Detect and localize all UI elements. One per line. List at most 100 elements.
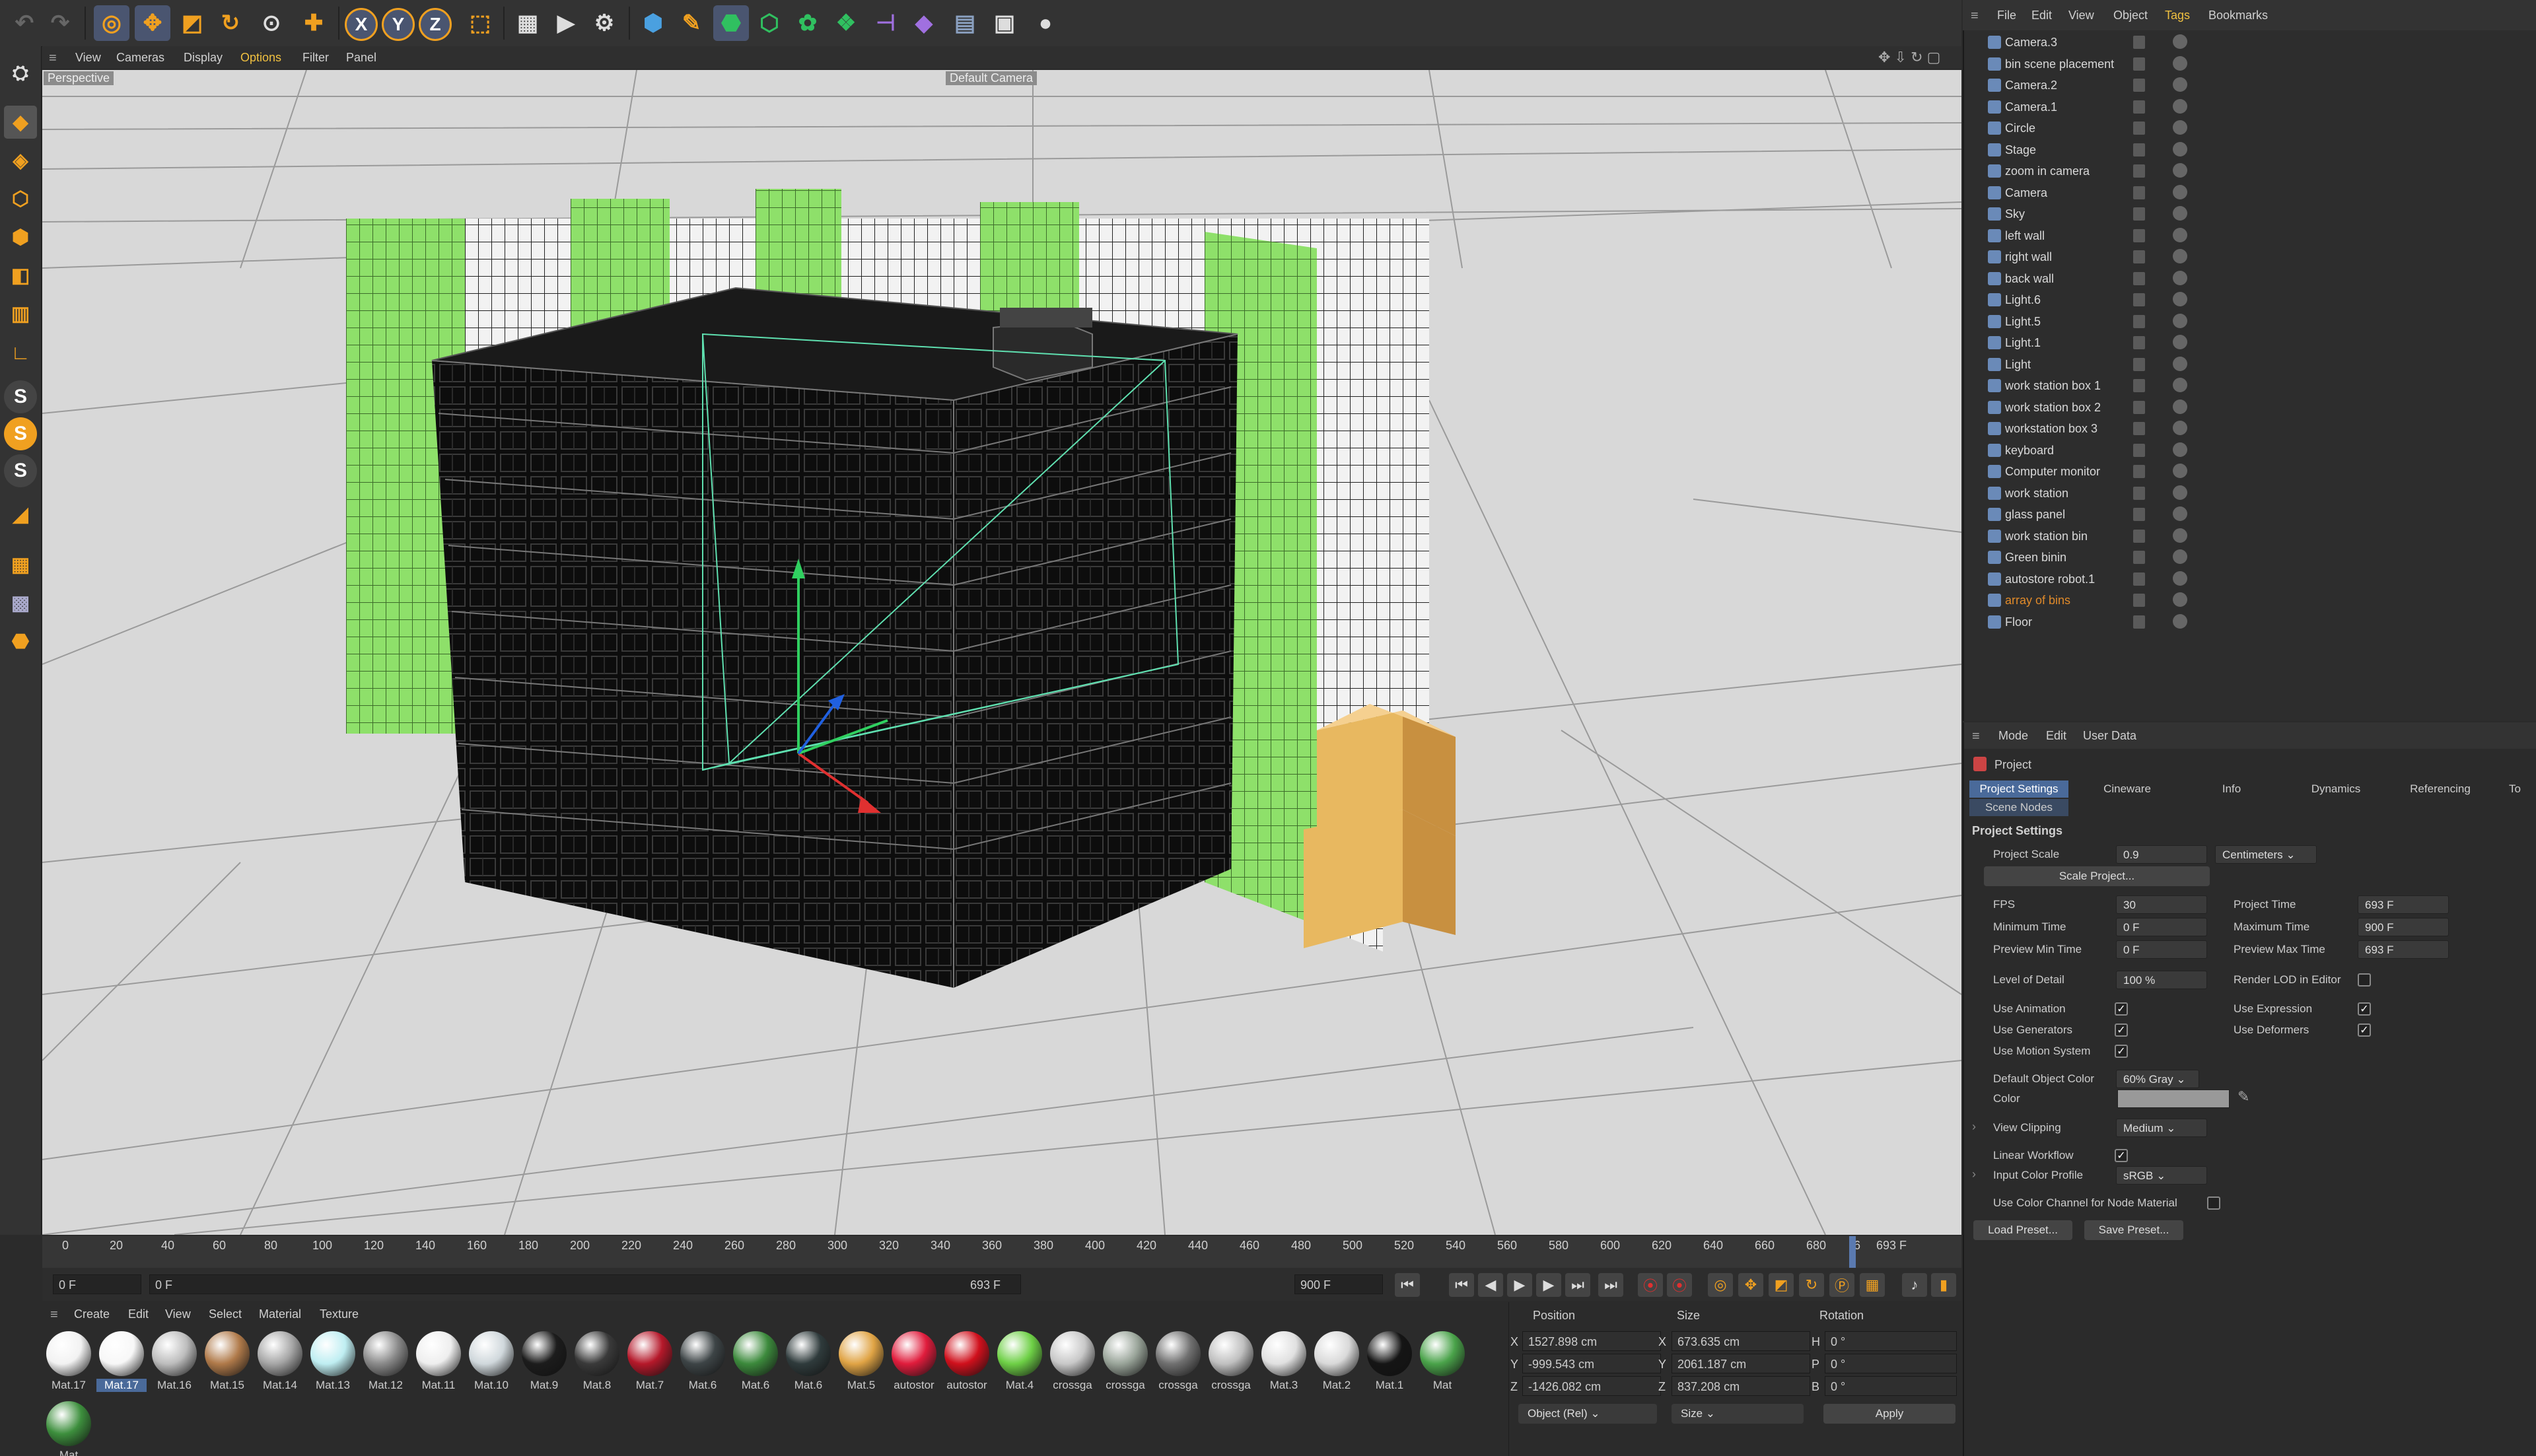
object-tag-icon[interactable] [2173,120,2187,135]
visibility-toggle[interactable] [2133,121,2145,135]
coordinate-mode-dropdown[interactable]: Object (Rel) ⌄ [1518,1404,1657,1424]
object-row[interactable]: array of bins [1975,590,2529,611]
object-row[interactable]: Sky [1975,203,2529,225]
object-row[interactable]: glass panel [1975,504,2529,525]
start-frame-field[interactable]: 0 F [53,1274,141,1294]
max-time-field[interactable]: 900 F [2358,918,2449,936]
material-swatch[interactable]: Mat.2 [1312,1331,1362,1397]
parameter-key-icon[interactable]: Ⓟ [1829,1273,1854,1297]
visibility-toggle[interactable] [2133,400,2145,414]
cube-icon[interactable]: ⬢ [635,5,671,41]
object-tag-icon[interactable] [2173,571,2187,586]
object-row[interactable]: work station box 1 [1975,375,2529,396]
input-color-expand-icon[interactable]: › [1972,1167,1976,1181]
object-row[interactable]: bin scene placement [1975,53,2529,75]
object-row[interactable]: right wall [1975,246,2529,267]
object-name[interactable]: Light [2005,358,2031,372]
pla-key-icon[interactable]: ▦ [1860,1273,1885,1297]
object-name[interactable]: work station box 2 [2005,401,2101,415]
visibility-toggle[interactable] [2133,615,2145,629]
workplane-icon[interactable]: ◢ [4,498,37,531]
object-name[interactable]: left wall [2005,229,2045,243]
size-mode-dropdown[interactable]: Size ⌄ [1672,1404,1804,1424]
material-swatch[interactable]: Mat.6 [678,1331,728,1397]
undo-icon[interactable]: ↶ [7,5,42,41]
x-axis-icon[interactable]: X [345,8,378,41]
3d-viewport[interactable]: Perspective Default Camera [42,70,1961,1235]
locked-workplane-icon[interactable]: ▩ [4,586,37,619]
visibility-toggle[interactable] [2133,529,2145,543]
object-row[interactable]: left wall [1975,225,2529,246]
preview-range-slider[interactable]: 0 F 693 F [149,1274,1021,1294]
object-tag-icon[interactable] [2173,249,2187,263]
material-swatch[interactable]: Mat.14 [255,1331,305,1397]
object-row[interactable]: work station [1975,483,2529,504]
menu-view[interactable]: View [75,51,101,65]
material-swatch[interactable]: Mat.15 [202,1331,252,1397]
object-tag-icon[interactable] [2173,292,2187,306]
material-swatch[interactable]: crossga [1100,1331,1150,1397]
size-z-field[interactable]: 837.208 cm [1672,1376,1810,1396]
material-swatch[interactable]: crossga [1153,1331,1203,1397]
object-tag-icon[interactable] [2173,378,2187,392]
object-name[interactable]: work station [2005,487,2068,501]
obj-menu-tags[interactable]: Tags [2165,9,2190,22]
viewport-camera-label[interactable]: Default Camera [946,71,1038,85]
object-tag-icon[interactable] [2173,485,2187,500]
object-tag-icon[interactable] [2173,98,2187,114]
visibility-toggle[interactable] [2133,486,2145,500]
size-x-field[interactable]: 673.635 cm [1672,1331,1810,1351]
visibility-toggle[interactable] [2133,228,2145,242]
color-swatch[interactable] [2117,1090,2230,1108]
obj-menu-view[interactable]: View [2068,9,2094,22]
extrude-icon[interactable]: ⬡ [752,5,787,41]
object-name[interactable]: keyboard [2005,444,2054,458]
render-region-icon[interactable]: ⊙ [254,5,289,41]
visibility-toggle[interactable] [2133,271,2145,285]
material-swatch[interactable]: Mat.13 [308,1331,358,1397]
object-tag-icon[interactable] [2173,270,2187,285]
tab-referencing[interactable]: Referencing [2391,780,2490,798]
material-swatch[interactable]: Mat.3 [1259,1331,1309,1397]
object-tag-icon[interactable] [2173,464,2187,478]
object-row[interactable]: Light.1 [1975,332,2529,353]
scale-unit-dropdown[interactable]: Centimeters ⌄ [2215,845,2317,864]
attr-menu-icon[interactable]: ≡ [1972,729,1980,744]
project-scale-field[interactable]: 0.9 [2116,845,2207,864]
mat-menu-view[interactable]: View [165,1307,191,1321]
tab-info[interactable]: Info [2182,780,2281,798]
keyframe-selection-icon[interactable]: ◎ [1708,1273,1733,1297]
object-name[interactable]: Computer monitor [2005,465,2100,479]
render-icon[interactable]: ▶ [548,5,584,41]
object-name[interactable]: workstation box 3 [2005,422,2097,436]
obj-menu-file[interactable]: File [1997,9,2016,22]
next-key-icon[interactable]: ⏭ [1565,1273,1590,1297]
object-row[interactable]: workstation box 3 [1975,418,2529,439]
grid-icon[interactable]: ▦ [4,548,37,581]
attr-menu-mode[interactable]: Mode [1998,729,2028,743]
visibility-toggle[interactable] [2133,336,2145,349]
material-swatch[interactable]: crossga [1047,1331,1098,1397]
visibility-toggle[interactable] [2133,465,2145,478]
visibility-toggle[interactable] [2133,36,2145,49]
object-name[interactable]: back wall [2005,272,2054,286]
scale-key-icon[interactable]: ◩ [1769,1273,1794,1297]
camera-icon[interactable]: ▣ [987,5,1022,41]
object-row[interactable]: Computer monitor [1975,461,2529,482]
object-tag-icon[interactable] [2173,34,2187,49]
tab-project-settings[interactable]: Project Settings [1969,780,2068,798]
mograph-icon[interactable]: ❖ [828,5,864,41]
menu-cameras[interactable]: Cameras [116,51,164,65]
preview-max-field[interactable]: 693 F [2358,940,2449,959]
object-row[interactable]: Camera.2 [1975,75,2529,96]
object-row[interactable]: work station box 2 [1975,397,2529,418]
points-mode-icon[interactable]: ⬡ [4,182,37,215]
object-tag-icon[interactable] [2173,399,2187,414]
visibility-toggle[interactable] [2133,164,2145,178]
previous-key-icon[interactable]: ⏮ [1449,1273,1474,1297]
object-tag-icon[interactable] [2173,227,2187,242]
visibility-toggle[interactable] [2133,293,2145,306]
eyedropper-icon[interactable]: ✎ [2237,1088,2249,1105]
object-tag-icon[interactable] [2173,313,2187,328]
object-tag-icon[interactable] [2173,206,2187,221]
